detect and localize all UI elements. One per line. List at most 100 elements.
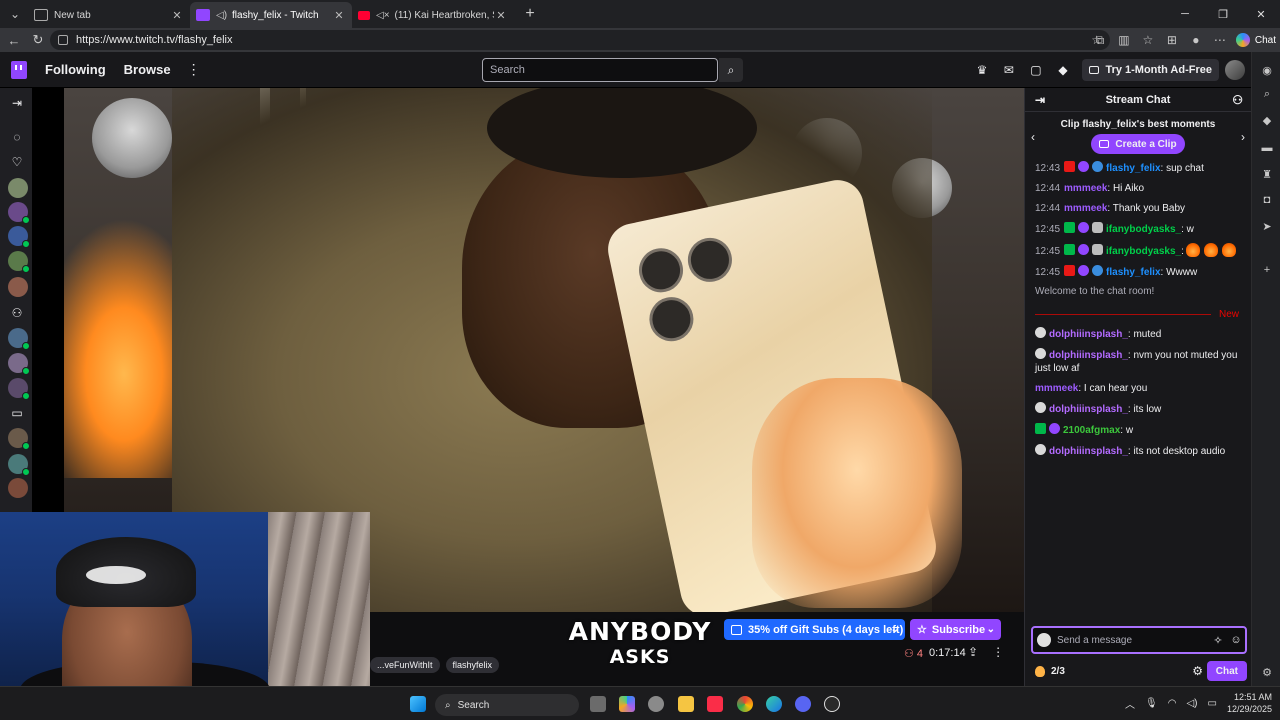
tab-youtube[interactable]: ◁× (11) Kai Heartbroken, Sketch S ✕ [352,2,514,28]
emote-picker-icon[interactable]: ☺ [1227,634,1245,646]
start-icon[interactable] [410,696,426,712]
games-icon[interactable]: ♜ [1259,168,1275,182]
outlook-icon[interactable]: ◘ [1259,194,1275,208]
share-icon[interactable]: ⇪ [968,645,978,659]
skull-badge-icon[interactable] [1035,444,1046,455]
chat-username[interactable]: dolphiiinsplash_ [1049,404,1128,415]
favorites-icon[interactable]: ☆ [1136,33,1160,47]
chat-username[interactable]: ifanybodyasks_ [1106,224,1181,235]
wifi-icon[interactable]: ◠ [1168,698,1177,709]
taskbar-search[interactable]: ⌕ Search [435,694,579,716]
tab-new-tab[interactable]: New tab ✕ [28,2,190,28]
speaker-icon[interactable]: ◁) [216,10,227,21]
prime-crown-icon[interactable]: ♛ [968,63,995,77]
tag[interactable]: flashyfelix [445,657,500,673]
search-icon[interactable]: ⌕ [1259,88,1275,102]
live-badge-icon[interactable] [1064,265,1076,276]
close-tab-icon[interactable]: ✕ [494,9,508,22]
chat-input[interactable]: Send a message ✧ ☺ [1031,626,1247,654]
prime-badge-icon[interactable] [1092,265,1104,276]
star-badge-icon[interactable] [1078,161,1090,172]
chat-username[interactable]: flashy_felix [1106,267,1160,278]
skull-badge-icon[interactable] [1035,402,1046,413]
back-icon[interactable]: ← [2,33,26,48]
discord-icon[interactable] [795,696,811,712]
restore-icon[interactable]: ❐ [1204,0,1242,28]
expand-sidebar-icon[interactable]: ⇥ [8,96,26,110]
search-icon[interactable]: ⌕ [719,58,743,82]
profile-avatar-icon[interactable]: ● [1184,33,1208,47]
split-screen-icon[interactable]: ▥ [1112,33,1136,47]
chat-username[interactable]: ifanybodyasks_ [1106,246,1181,257]
more-options-icon[interactable]: ⋮ [187,61,201,78]
nav-following[interactable]: Following [45,62,106,77]
close-tab-icon[interactable]: ✕ [170,9,184,22]
tag[interactable]: ...veFunWithIt [370,657,440,673]
tray-overflow-icon[interactable]: ︿ [1125,696,1135,711]
bits-icon[interactable]: ◆ [1049,63,1076,77]
chevron-right-icon[interactable]: › [1241,130,1245,144]
prime-badge-icon[interactable] [1092,161,1104,172]
copilot-icon[interactable]: ◉ [1259,64,1275,78]
music-app-icon[interactable] [707,696,723,712]
collections-icon[interactable]: ⊞ [1160,33,1184,47]
chat-username[interactable]: flashy_felix [1106,163,1160,174]
channel-avatar[interactable] [8,353,30,375]
task-view-icon[interactable] [590,696,606,712]
create-clip-button[interactable]: Create a Clip [1091,134,1185,154]
star-badge-icon[interactable] [1078,265,1090,276]
channel-avatar[interactable] [8,454,30,476]
star-badge-icon[interactable] [1078,244,1090,255]
gift-subs-promo-button[interactable]: 35% off Gift Subs (4 days left) ⌄ [724,619,905,640]
site-info-icon[interactable] [58,35,68,45]
settings-app-icon[interactable] [648,696,664,712]
channel-avatar[interactable] [8,178,28,198]
chat-username[interactable]: mmmeek [1035,383,1078,394]
more-menu-icon[interactable]: ⋯ [1208,33,1232,47]
chat-username[interactable]: 2100afgmax [1063,425,1120,436]
channel-avatar[interactable] [8,478,28,498]
bits-cheer-icon[interactable]: ✧ [1209,634,1227,647]
tab-twitch[interactable]: ◁) flashy_felix - Twitch ✕ [190,2,352,28]
subscribe-button[interactable]: ☆ Subscribe ⌄ [910,619,1001,640]
robot-badge-icon[interactable] [1092,222,1104,233]
address-bar[interactable]: https://www.twitch.tv/flashy_felix ☆ [50,30,1110,50]
channel-avatar[interactable] [8,428,30,450]
search-input[interactable]: Search [482,58,718,82]
tools-icon[interactable]: ▬ [1259,142,1275,156]
robot-badge-icon[interactable] [1092,244,1104,255]
live-badge-icon[interactable] [1064,161,1076,172]
inbox-icon[interactable]: ✉ [995,63,1022,77]
channel-avatar[interactable] [8,251,30,273]
nav-browse[interactable]: Browse [124,62,171,77]
reload-icon[interactable]: ↻ [26,32,50,48]
skull-badge-icon[interactable] [1035,327,1046,338]
chat-username[interactable]: dolphiiinsplash_ [1049,350,1128,361]
chat-username[interactable]: dolphiiinsplash_ [1049,329,1128,340]
star-badge-icon[interactable] [1078,222,1090,233]
file-explorer-icon[interactable] [678,696,694,712]
edge-icon[interactable] [766,696,782,712]
chat-username[interactable]: dolphiiinsplash_ [1049,446,1128,457]
chat-settings-icon[interactable]: ⚙ [1192,664,1203,678]
chat-username[interactable]: mmmeek [1064,203,1107,214]
obs-icon[interactable] [824,696,840,712]
collapse-chat-icon[interactable]: ⇥ [1035,93,1045,107]
star-badge-icon[interactable] [1049,423,1060,434]
close-tab-icon[interactable]: ✕ [332,9,346,22]
add-icon[interactable]: + [1259,264,1275,278]
extensions-icon[interactable]: ⧉ [1088,33,1112,48]
more-options-icon[interactable]: ⋮ [992,645,1004,659]
ad-free-button[interactable]: Try 1-Month Ad-Free [1082,59,1219,81]
user-avatar[interactable] [1225,60,1245,80]
channel-avatar[interactable] [8,226,30,248]
muted-speaker-icon[interactable]: ◁× [376,10,390,21]
green-badge-icon[interactable] [1035,423,1046,434]
new-tab-button[interactable]: + [518,5,542,23]
chrome-icon[interactable] [737,696,753,712]
battery-icon[interactable]: ▭ [1208,698,1217,709]
minimize-icon[interactable]: ─ [1166,0,1204,28]
copilot-app-icon[interactable] [619,696,635,712]
close-window-icon[interactable]: ✕ [1242,0,1280,28]
green-badge-icon[interactable] [1064,244,1076,255]
